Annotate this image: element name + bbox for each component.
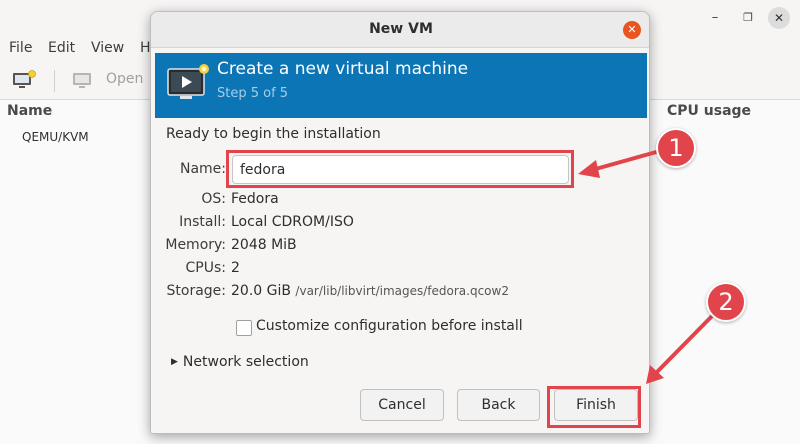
memory-label: Memory: [165, 237, 226, 253]
storage-value: 20.0 GiB /var/lib/libvirt/images/fedora.… [231, 283, 509, 299]
network-selection-expander[interactable]: ▶ Network selection [171, 354, 309, 370]
virtual-machine-icon [167, 64, 209, 99]
name-label: Name: [179, 161, 226, 177]
name-highlight-box [226, 150, 574, 188]
connection-row[interactable]: QEMU/KVM [22, 130, 89, 144]
storage-label: Storage: [166, 283, 227, 299]
memory-value: 2048 MiB [231, 237, 297, 253]
column-name[interactable]: Name [7, 103, 52, 119]
banner-title: Create a new virtual machine [217, 59, 469, 79]
storage-path: /var/lib/libvirt/images/fedora.qcow2 [295, 284, 509, 298]
menu-file[interactable]: File [9, 40, 32, 56]
dialog-close-icon[interactable]: ✕ [623, 21, 641, 39]
close-window-icon[interactable]: ✕ [768, 7, 790, 29]
menu-edit[interactable]: Edit [48, 40, 75, 56]
os-value: Fedora [231, 191, 279, 207]
ready-text: Ready to begin the installation [166, 126, 381, 142]
step-badge-2: 2 [706, 282, 746, 322]
toolbar-separator [54, 70, 55, 92]
menu-help[interactable]: H [140, 40, 151, 56]
cpus-value: 2 [231, 260, 240, 276]
finish-highlight-box [547, 386, 641, 428]
storage-size: 20.0 GiB [231, 283, 291, 299]
cancel-button[interactable]: Cancel [360, 389, 444, 421]
install-value: Local CDROM/ISO [231, 214, 354, 230]
wizard-banner: Create a new virtual machine Step 5 of 5 [155, 53, 647, 118]
expander-arrow-icon: ▶ [171, 357, 178, 367]
menu-view[interactable]: View [91, 40, 124, 56]
banner-step: Step 5 of 5 [217, 86, 289, 101]
open-button-label[interactable]: Open [106, 71, 143, 87]
back-button[interactable]: Back [457, 389, 540, 421]
new-vm-dialog: New VM ✕ Create a new virtual machine St… [150, 11, 650, 434]
network-selection-label: Network selection [182, 354, 309, 370]
customize-checkbox[interactable] [236, 320, 252, 336]
dialog-titlebar: New VM ✕ [151, 12, 649, 48]
cpus-label: CPUs: [185, 260, 226, 276]
open-console-icon[interactable] [71, 70, 95, 90]
column-cpu-usage[interactable]: CPU usage [667, 103, 751, 119]
minimize-icon[interactable]: – [705, 8, 725, 28]
step-badge-1: 1 [656, 128, 696, 168]
maximize-icon[interactable]: ❐ [738, 8, 758, 28]
dialog-title: New VM [369, 21, 433, 37]
customize-label[interactable]: Customize configuration before install [256, 318, 523, 334]
new-vm-icon[interactable] [12, 70, 36, 90]
install-label: Install: [179, 214, 226, 230]
os-label: OS: [201, 191, 226, 207]
